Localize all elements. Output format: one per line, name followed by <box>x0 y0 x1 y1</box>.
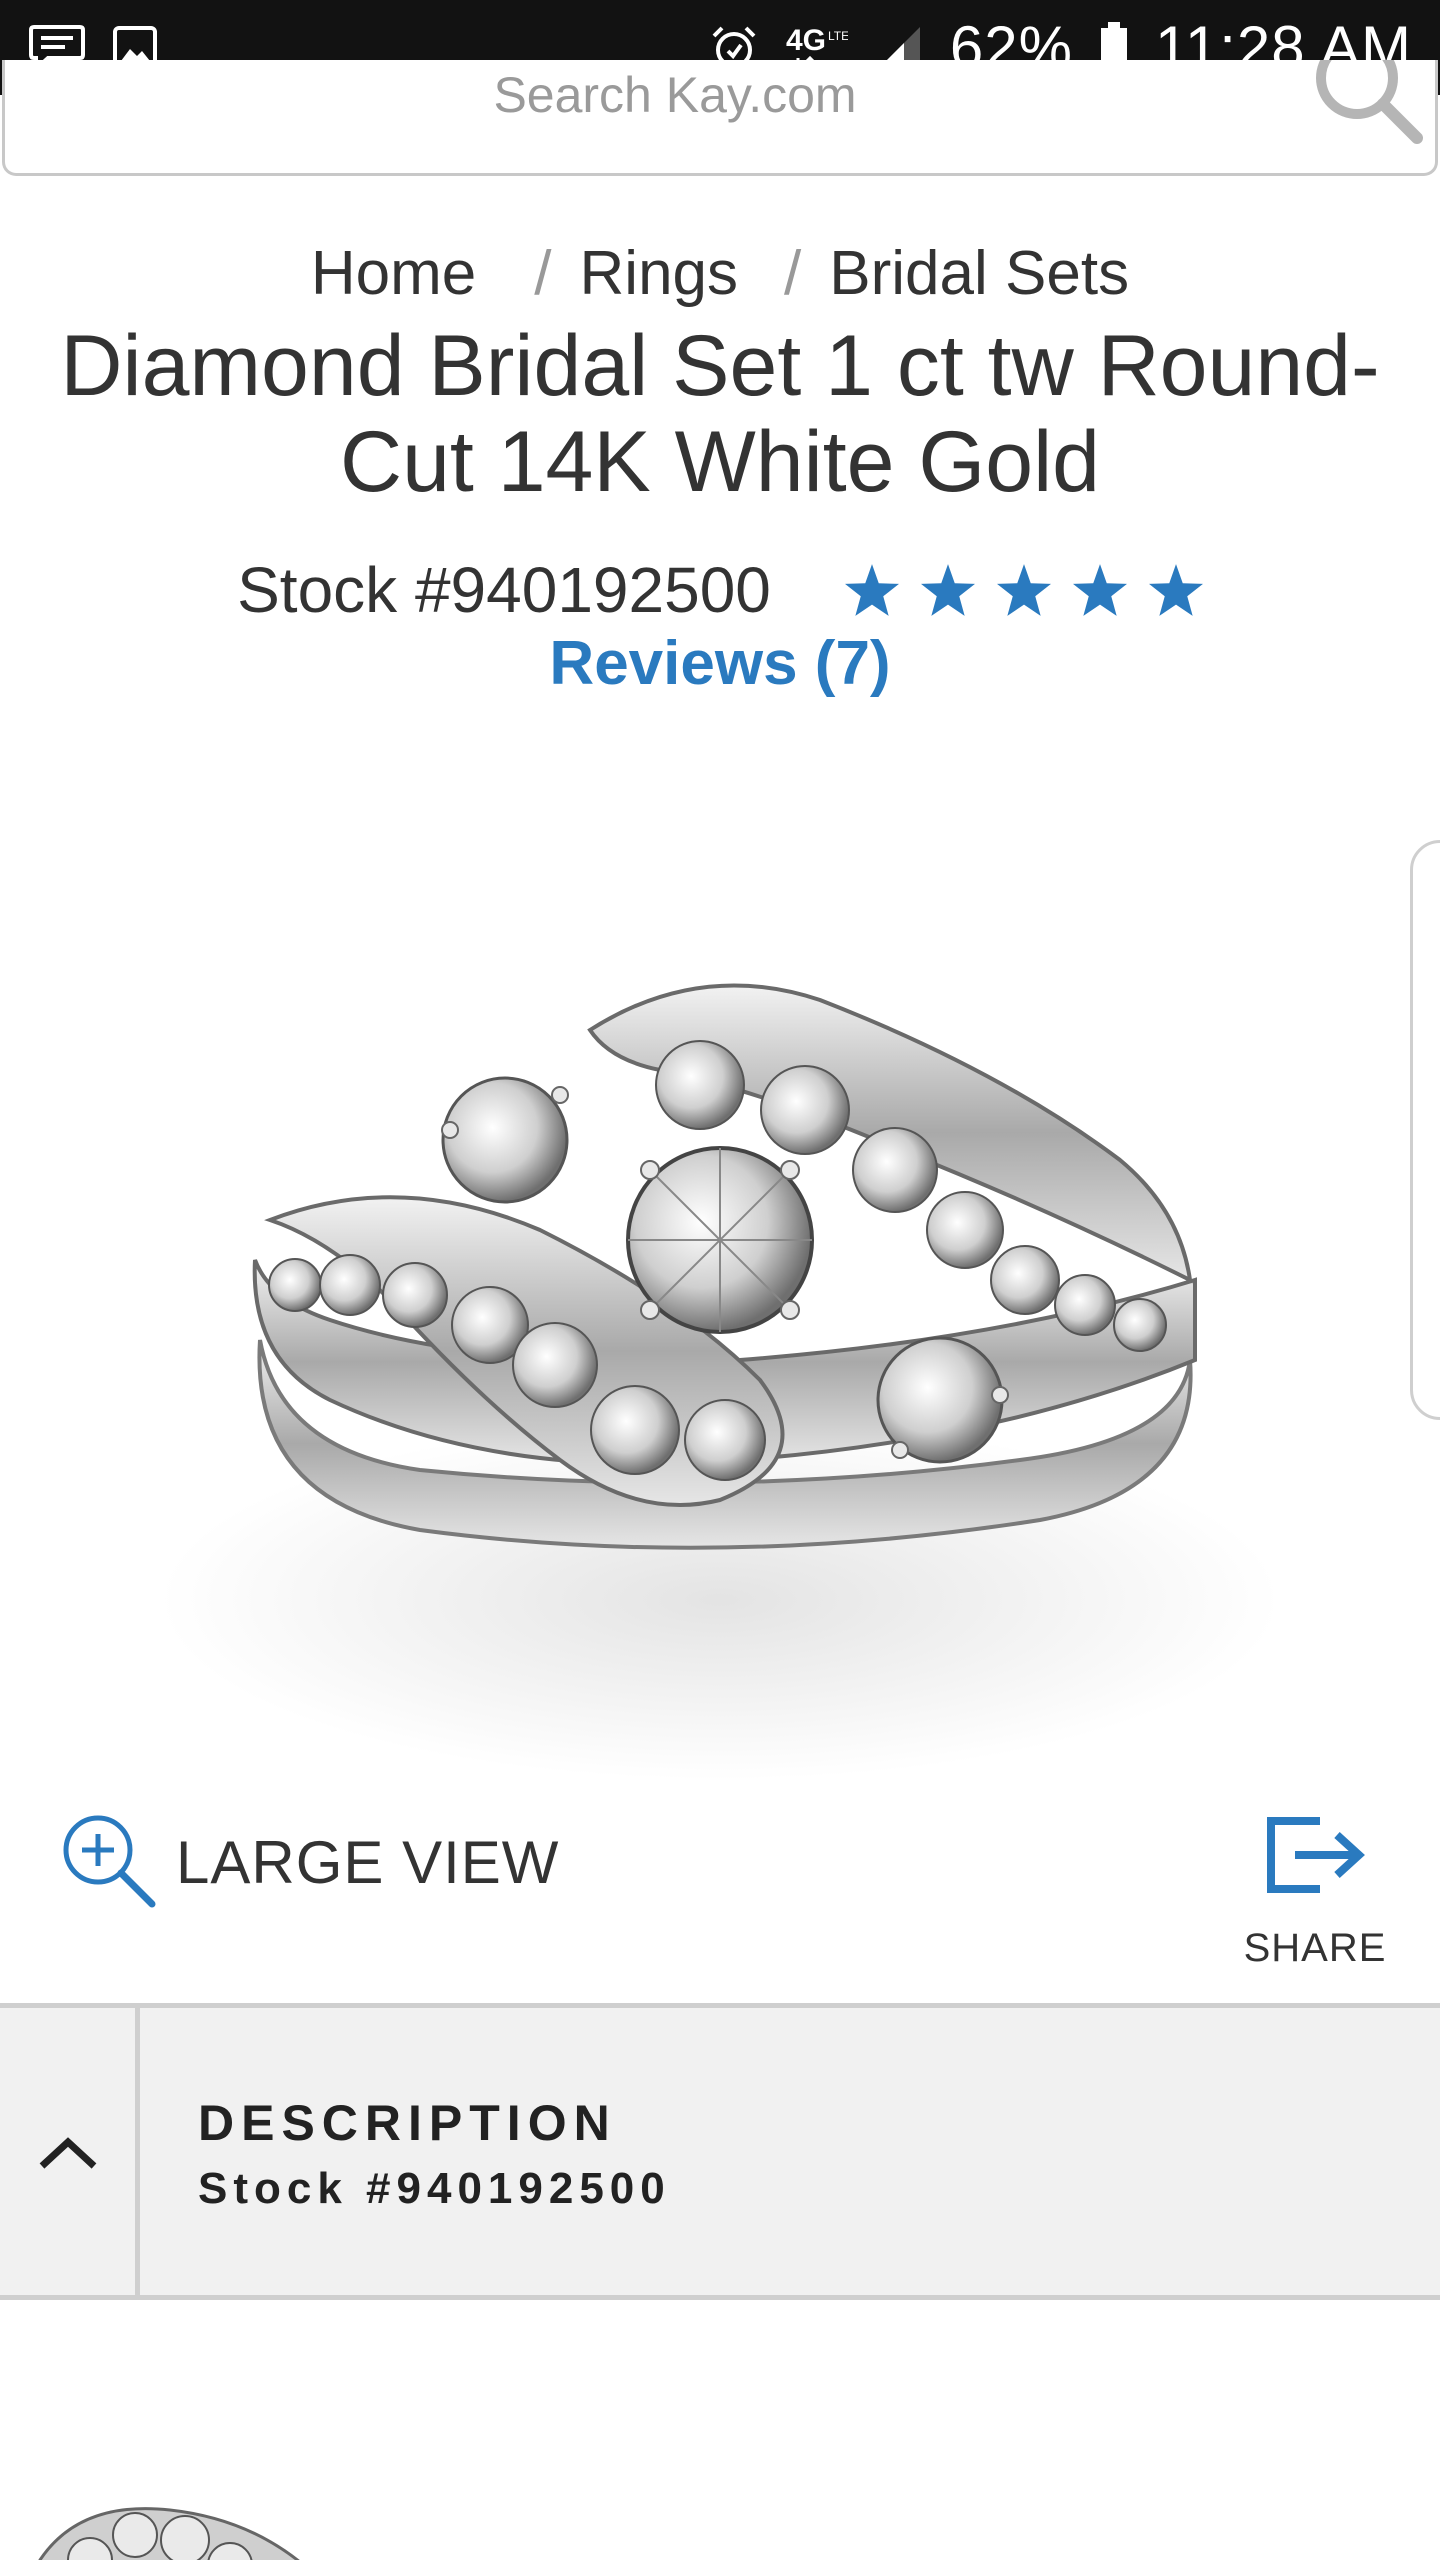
svg-text:LTE: LTE <box>828 29 848 43</box>
stock-rating-row: Stock #940192500 <box>0 553 1440 627</box>
description-stock: Stock #940192500 <box>198 2164 671 2213</box>
share-label: SHARE <box>1243 1926 1387 1970</box>
large-view-label: LARGE VIEW <box>176 1829 560 1896</box>
stock-number: Stock #940192500 <box>237 554 771 626</box>
breadcrumb-separator: / <box>784 239 802 308</box>
share-button[interactable]: SHARE <box>1240 1815 1390 1971</box>
large-view-button[interactable]: LARGE VIEW <box>58 1810 559 1915</box>
search-icon[interactable] <box>1307 60 1427 155</box>
svg-text:4G: 4G <box>786 24 826 57</box>
product-title: Diamond Bridal Set 1 ct tw Round-Cut 14K… <box>60 318 1380 510</box>
search-input[interactable]: Search Kay.com <box>5 70 1345 120</box>
accordion-toggle[interactable] <box>0 2008 140 2295</box>
description-accordion[interactable]: DESCRIPTION Stock #940192500 <box>0 2003 1440 2300</box>
star-icon <box>996 564 1051 616</box>
star-icon <box>1072 564 1127 616</box>
star-icon <box>920 564 975 616</box>
star-icon <box>1148 564 1203 616</box>
search-bar[interactable]: Search Kay.com <box>2 60 1438 176</box>
product-thumbnail[interactable] <box>20 2440 340 2560</box>
share-icon <box>1265 1815 1365 1900</box>
breadcrumb: Home / Rings / Bridal Sets <box>0 238 1440 309</box>
breadcrumb-separator: / <box>534 239 552 308</box>
zoom-in-icon <box>58 1810 158 1915</box>
breadcrumb-rings[interactable]: Rings <box>580 238 739 309</box>
rating-stars[interactable] <box>844 564 1203 616</box>
breadcrumb-home[interactable]: Home <box>311 238 476 309</box>
carousel-next-edge[interactable] <box>1410 840 1440 1420</box>
description-title: DESCRIPTION <box>198 2095 617 2151</box>
star-icon <box>844 564 899 616</box>
product-image[interactable] <box>0 740 1440 1820</box>
breadcrumb-bridal-sets[interactable]: Bridal Sets <box>829 238 1129 309</box>
chevron-up-icon <box>39 2136 96 2169</box>
reviews-link[interactable]: Reviews (7) <box>0 628 1440 699</box>
